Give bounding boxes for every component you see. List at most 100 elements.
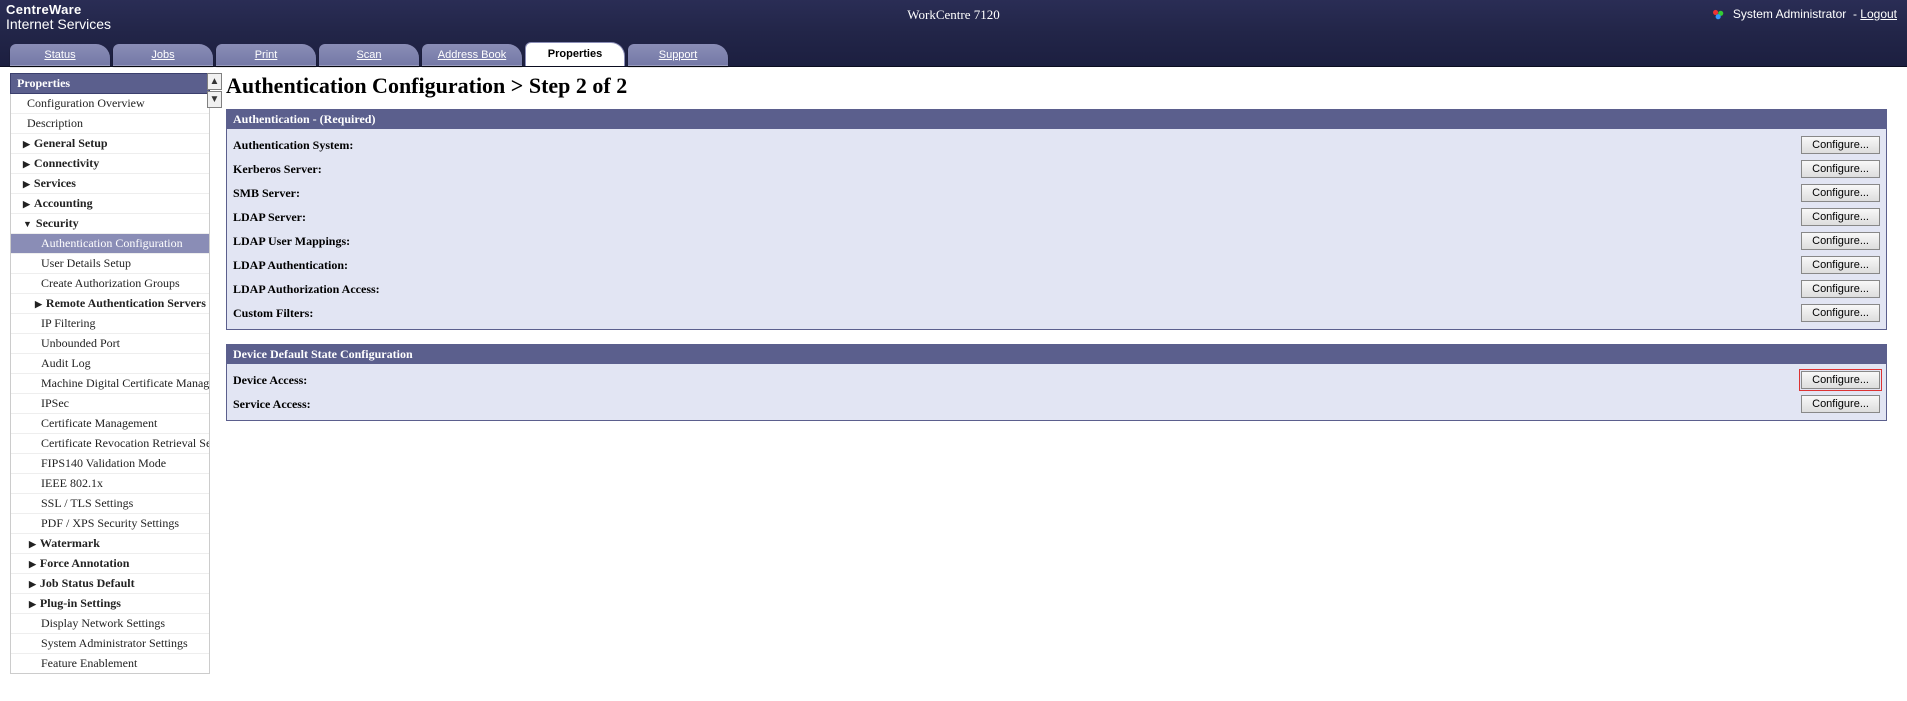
tree-toggle-icon: ▶	[35, 299, 42, 309]
auth-row: Kerberos Server: Configure...	[233, 157, 1880, 181]
logout-link[interactable]: Logout	[1860, 7, 1897, 21]
sidebar-item-label: IP Filtering	[41, 316, 96, 330]
user-icon	[1712, 9, 1726, 21]
tab-support[interactable]: Support	[628, 44, 728, 66]
sidebar-item-label: Create Authorization Groups	[41, 276, 180, 290]
tree-toggle-icon: ▶	[29, 539, 36, 549]
configure-button[interactable]: Configure...	[1801, 304, 1880, 322]
auth-row-label: Kerberos Server:	[233, 162, 473, 177]
sidebar-item-label: Description	[27, 116, 83, 130]
sidebar-item-ip-filtering[interactable]: IP Filtering	[11, 313, 209, 333]
sidebar-item-machine-digital-certificate-management[interactable]: Machine Digital Certificate Management	[11, 373, 209, 393]
tree-toggle-icon: ▶	[23, 159, 30, 169]
auth-row-label: Authentication System:	[233, 138, 473, 153]
sidebar-item-label: Configuration Overview	[27, 96, 145, 110]
sidebar-item-fips140-validation-mode[interactable]: FIPS140 Validation Mode	[11, 453, 209, 473]
configure-button[interactable]: Configure...	[1801, 184, 1880, 202]
device-row-label: Service Access:	[233, 397, 473, 412]
sidebar-item-pdf-xps-security-settings[interactable]: PDF / XPS Security Settings	[11, 513, 209, 533]
tab-print[interactable]: Print	[216, 44, 316, 66]
sidebar-item-label: IEEE 802.1x	[41, 476, 103, 490]
main-content: ▲ Authentication Configuration > Step 2 …	[220, 67, 1907, 674]
configure-button[interactable]: Configure...	[1801, 208, 1880, 226]
sidebar-item-label: Unbounded Port	[41, 336, 120, 350]
auth-panel-body: Authentication System:Configure...Kerber…	[227, 129, 1886, 329]
auth-row-label: LDAP Authentication:	[233, 258, 473, 273]
configure-button[interactable]: Configure...	[1801, 256, 1880, 274]
auth-panel-title: Authentication - (Required)	[227, 110, 1886, 129]
sidebar-item-configuration-overview[interactable]: Configuration Overview	[11, 94, 209, 113]
brand: CentreWare Internet Services	[6, 3, 111, 33]
sidebar-item-label: Certificate Revocation Retrieval Setting…	[41, 436, 209, 450]
tree-toggle-icon: ▼	[23, 219, 32, 229]
tree-toggle-icon: ▶	[23, 139, 30, 149]
sidebar-item-label: System Administrator Settings	[41, 636, 188, 650]
auth-row: Authentication System: Configure...	[233, 133, 1880, 157]
sidebar-item-label: Authentication Configuration	[41, 236, 183, 250]
sidebar-item-display-network-settings[interactable]: Display Network Settings	[11, 613, 209, 633]
sidebar-item-label: Remote Authentication Servers	[46, 296, 206, 310]
sidebar-item-certificate-revocation-retrieval-settings[interactable]: Certificate Revocation Retrieval Setting…	[11, 433, 209, 453]
page-title: Authentication Configuration > Step 2 of…	[226, 73, 1887, 99]
sidebar-item-label: Display Network Settings	[41, 616, 165, 630]
sidebar-list: Configuration Overview Description ▶Genera…	[10, 94, 210, 674]
device-state-panel-body: Device Access:Configure...Service Access…	[227, 364, 1886, 420]
sidebar-item-label: Certificate Management	[41, 416, 157, 430]
sidebar-item-ieee-802-1x[interactable]: IEEE 802.1x	[11, 473, 209, 493]
tab-jobs[interactable]: Jobs	[113, 44, 213, 66]
tab-status[interactable]: Status	[10, 44, 110, 66]
sidebar-item-label: Machine Digital Certificate Management	[41, 376, 209, 390]
user-area: System Administrator - Logout	[1712, 7, 1897, 21]
sidebar-item-system-administrator-settings[interactable]: System Administrator Settings	[11, 633, 209, 653]
sidebar-item-unbounded-port[interactable]: Unbounded Port	[11, 333, 209, 353]
sidebar-item-ssl-tls-settings[interactable]: SSL / TLS Settings	[11, 493, 209, 513]
sidebar-item-ipsec[interactable]: IPSec	[11, 393, 209, 413]
sidebar-item-feature-enablement[interactable]: Feature Enablement	[11, 653, 209, 673]
tree-toggle-icon: ▶	[29, 579, 36, 589]
configure-button[interactable]: Configure...	[1801, 160, 1880, 178]
sidebar-item-remote-authentication-servers[interactable]: ▶ Remote Authentication Servers	[11, 293, 209, 313]
device-state-panel-title: Device Default State Configuration	[227, 345, 1886, 364]
tab-address-book[interactable]: Address Book	[422, 44, 522, 66]
configure-button[interactable]: Configure...	[1801, 232, 1880, 250]
sidebar-item-force-annotation[interactable]: ▶Force Annotation	[11, 553, 209, 573]
auth-row-label: LDAP User Mappings:	[233, 234, 473, 249]
sidebar-item-label: Plug-in Settings	[40, 596, 121, 610]
tree-toggle-icon: ▶	[29, 559, 36, 569]
sidebar-title: Properties	[10, 73, 210, 94]
device-row: Device Access: Configure...	[233, 368, 1880, 392]
sidebar-item-audit-log[interactable]: Audit Log	[11, 353, 209, 373]
sidebar-item-label: Watermark	[40, 536, 100, 550]
tab-properties[interactable]: Properties	[525, 42, 625, 66]
sidebar-item-authentication-configuration[interactable]: Authentication Configuration	[11, 233, 209, 253]
tab-bar: StatusJobsPrintScanAddress BookPropertie…	[0, 39, 1907, 66]
sidebar-item-plug-in-settings[interactable]: ▶Plug-in Settings	[11, 593, 209, 613]
tab-scan[interactable]: Scan	[319, 44, 419, 66]
sidebar-item-label: Connectivity	[34, 156, 99, 170]
header-bar: CentreWare Internet Services WorkCentre …	[0, 0, 1907, 67]
sidebar-item-accounting[interactable]: ▶Accounting	[11, 193, 209, 213]
sidebar-item-certificate-management[interactable]: Certificate Management	[11, 413, 209, 433]
sidebar-item-user-details-setup[interactable]: User Details Setup	[11, 253, 209, 273]
configure-button[interactable]: Configure...	[1801, 280, 1880, 298]
configure-button[interactable]: Configure...	[1801, 371, 1880, 389]
sidebar-item-security[interactable]: ▼Security	[11, 213, 209, 233]
configure-button[interactable]: Configure...	[1801, 136, 1880, 154]
sidebar-item-label: Audit Log	[41, 356, 91, 370]
sidebar-item-label: Job Status Default	[40, 576, 135, 590]
sidebar-item-services[interactable]: ▶Services	[11, 173, 209, 193]
sidebar-item-connectivity[interactable]: ▶ Connectivity	[11, 153, 209, 173]
sidebar-item-general-setup[interactable]: ▶General Setup	[11, 133, 209, 153]
sidebar-item-watermark[interactable]: ▶ Watermark	[11, 533, 209, 553]
auth-row-label: SMB Server:	[233, 186, 473, 201]
device-row: Service Access: Configure...	[233, 392, 1880, 416]
device-row-label: Device Access:	[233, 373, 473, 388]
sidebar-item-description[interactable]: Description	[11, 113, 209, 133]
device-state-panel: Device Default State Configuration Devic…	[226, 344, 1887, 421]
sidebar-item-create-authorization-groups[interactable]: Create Authorization Groups	[11, 273, 209, 293]
brand-top: CentreWare	[6, 2, 81, 17]
sidebar-item-job-status-default[interactable]: ▶ Job Status Default	[11, 573, 209, 593]
auth-row: LDAP Authorization Access:Configure...	[233, 277, 1880, 301]
configure-button[interactable]: Configure...	[1801, 395, 1880, 413]
auth-row: LDAP Authentication: Configure...	[233, 253, 1880, 277]
